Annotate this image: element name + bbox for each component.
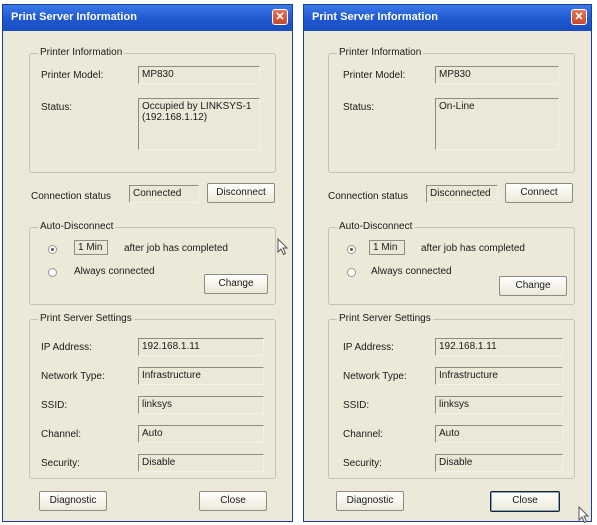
status-field: On-Line (435, 98, 559, 150)
minutes-field[interactable]: 1 Min (74, 240, 108, 255)
title-bar[interactable]: Print Server Information ✕ (3, 5, 292, 31)
connection-status-label: Connection status (31, 191, 112, 202)
printer-model-field: MP830 (435, 66, 559, 84)
connect-button[interactable]: Connect (505, 183, 573, 203)
ip-address-field: 192.168.1.11 (138, 338, 264, 356)
security-field: Disable (138, 454, 264, 472)
after-job-radio[interactable] (48, 245, 57, 254)
title-bar[interactable]: Print Server Information ✕ (304, 5, 591, 31)
after-job-label: after job has completed (421, 243, 525, 254)
diagnostic-button[interactable]: Diagnostic (336, 491, 404, 511)
auto-disconnect-group: Auto-Disconnect 1 Min after job has comp… (328, 221, 575, 305)
status-field: Occupied by LINKSYS-1 (192.168.1.12) (138, 98, 260, 150)
connection-status-field: Disconnected (426, 185, 498, 203)
always-connected-radio[interactable] (347, 268, 356, 277)
channel-field: Auto (138, 425, 264, 443)
window-title: Print Server Information (11, 11, 137, 23)
group-legend: Auto-Disconnect (337, 221, 415, 232)
ip-address-label: IP Address: (41, 342, 92, 353)
print-server-window-left: Print Server Information ✕ Printer Infor… (2, 4, 293, 522)
printer-model-label: Printer Model: (343, 70, 406, 81)
group-legend: Printer Information (337, 47, 424, 58)
group-legend: Print Server Settings (337, 313, 433, 324)
close-button[interactable]: Close (490, 491, 560, 512)
printer-information-group: Printer Information Printer Model: MP830… (29, 47, 276, 173)
mouse-pointer-icon (578, 506, 590, 524)
security-label: Security: (41, 458, 80, 469)
close-button[interactable]: Close (199, 491, 267, 511)
network-type-field: Infrastructure (435, 367, 563, 385)
status-label: Status: (343, 102, 375, 113)
group-legend: Auto-Disconnect (38, 221, 116, 232)
channel-label: Channel: (41, 429, 82, 440)
after-job-label: after job has completed (124, 243, 228, 254)
minutes-field[interactable]: 1 Min (369, 240, 405, 255)
printer-model-field: MP830 (138, 66, 260, 84)
always-connected-label: Always connected (74, 266, 155, 277)
connection-status-field: Connected (129, 185, 199, 203)
always-connected-radio[interactable] (48, 268, 57, 277)
ip-address-label: IP Address: (343, 342, 394, 353)
security-label: Security: (343, 458, 382, 469)
group-legend: Print Server Settings (38, 313, 134, 324)
channel-field: Auto (435, 425, 563, 443)
after-job-radio[interactable] (347, 245, 356, 254)
disconnect-button[interactable]: Disconnect (207, 183, 275, 203)
security-field: Disable (435, 454, 563, 472)
ip-address-field: 192.168.1.11 (435, 338, 563, 356)
close-icon[interactable]: ✕ (272, 9, 288, 25)
printer-model-label: Printer Model: (41, 70, 104, 81)
network-type-field: Infrastructure (138, 367, 264, 385)
ssid-field: linksys (435, 396, 563, 414)
auto-disconnect-group: Auto-Disconnect 1 Min after job has comp… (29, 221, 276, 305)
diagnostic-button[interactable]: Diagnostic (39, 491, 107, 511)
printer-information-group: Printer Information Printer Model: MP830… (328, 47, 575, 173)
network-type-label: Network Type: (343, 371, 407, 382)
change-button[interactable]: Change (204, 274, 268, 294)
print-server-window-right: Print Server Information ✕ Printer Infor… (303, 4, 592, 522)
mouse-pointer-icon (277, 238, 289, 256)
print-server-settings-group: Print Server Settings IP Address: 192.16… (29, 313, 276, 479)
group-legend: Printer Information (38, 47, 125, 58)
ssid-label: SSID: (343, 400, 370, 411)
window-title: Print Server Information (312, 11, 438, 23)
network-type-label: Network Type: (41, 371, 105, 382)
change-button[interactable]: Change (499, 276, 567, 296)
status-label: Status: (41, 102, 73, 113)
close-icon[interactable]: ✕ (571, 9, 587, 25)
connection-status-label: Connection status (328, 191, 409, 202)
channel-label: Channel: (343, 429, 384, 440)
always-connected-label: Always connected (371, 266, 452, 277)
ssid-label: SSID: (41, 400, 68, 411)
ssid-field: linksys (138, 396, 264, 414)
print-server-settings-group: Print Server Settings IP Address: 192.16… (328, 313, 575, 479)
